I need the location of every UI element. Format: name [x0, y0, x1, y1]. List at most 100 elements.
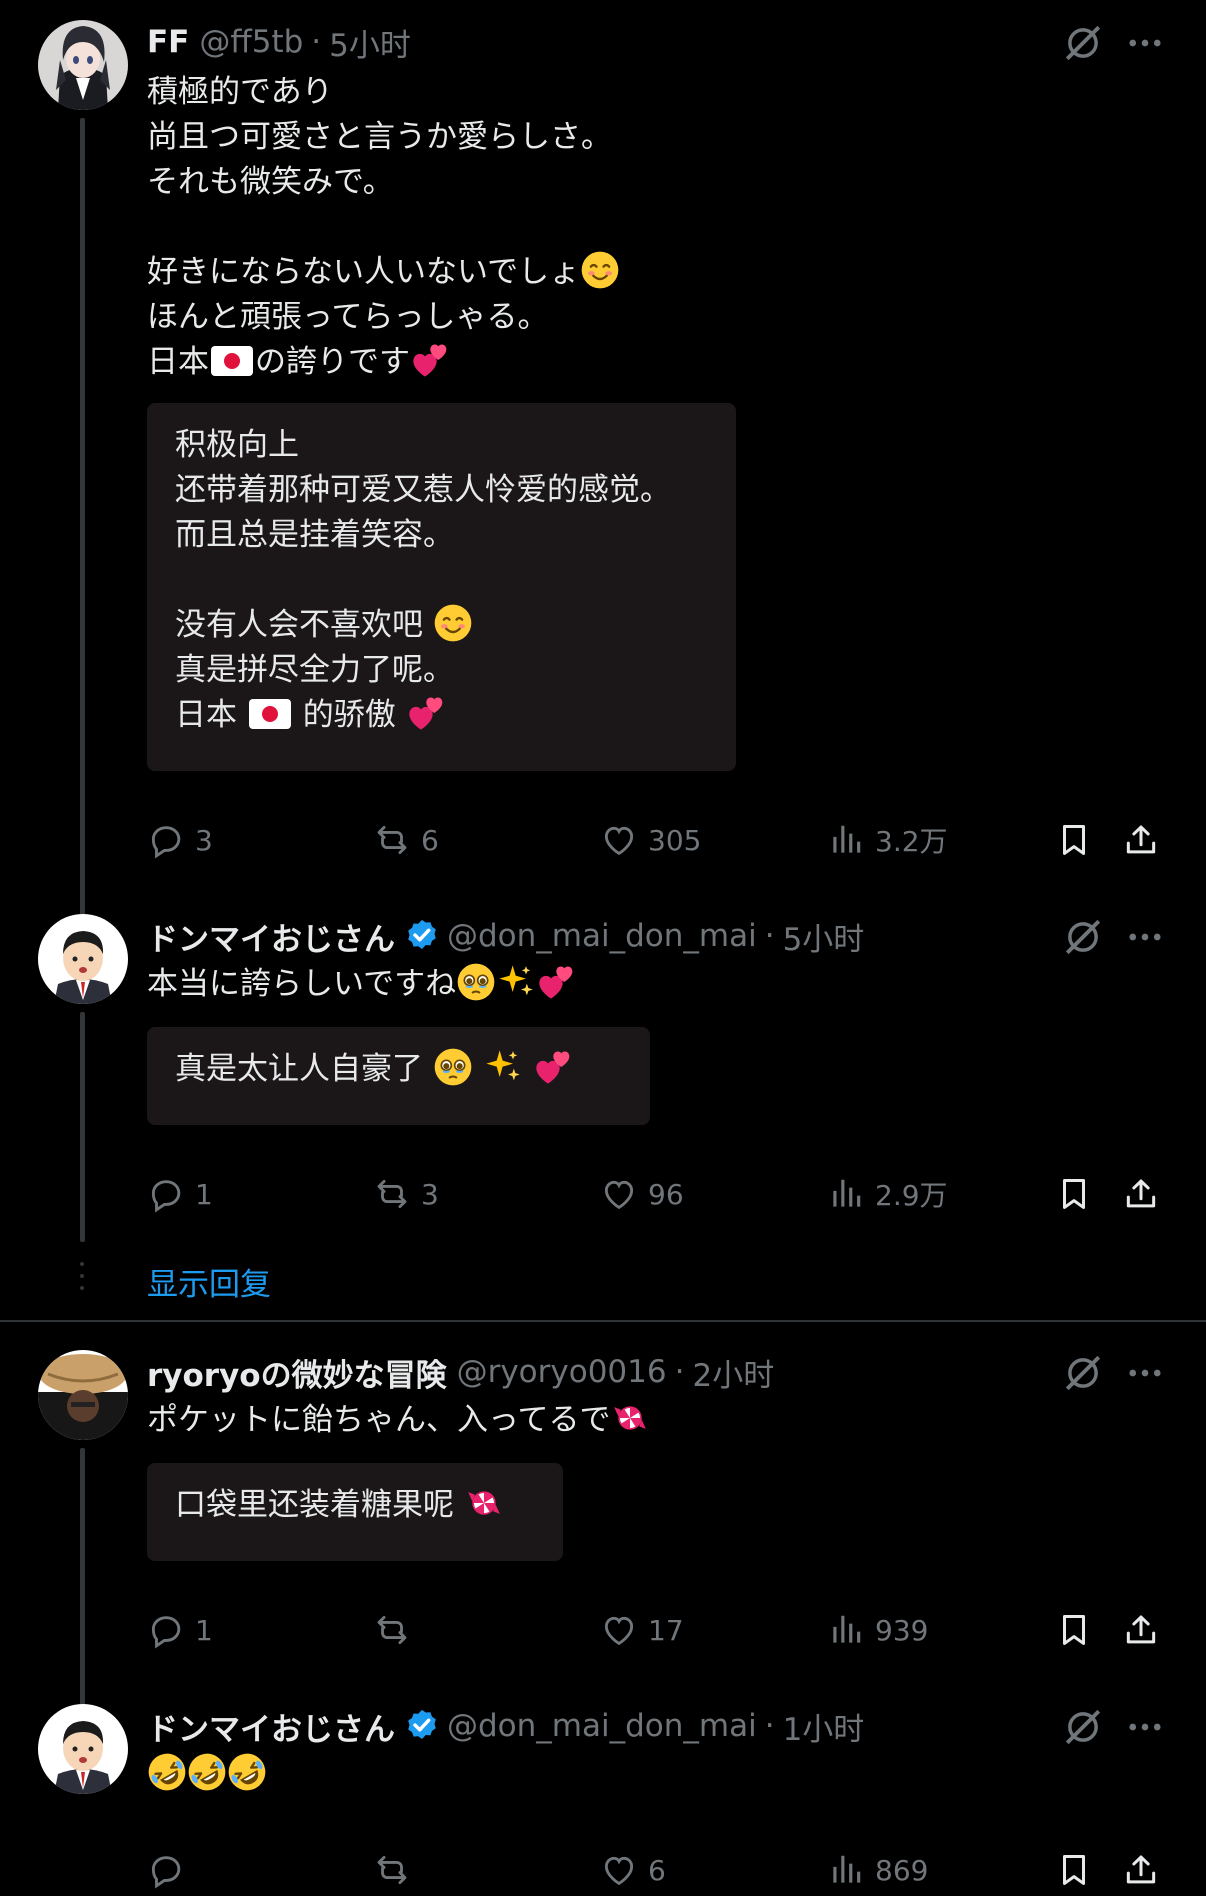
grok-icon[interactable] [1062, 1352, 1104, 1394]
reply-button[interactable]: 1 [147, 1172, 213, 1216]
like-count: 305 [648, 823, 702, 857]
more-icon[interactable] [1124, 916, 1166, 958]
translation-line: 日本 的骄傲 [175, 693, 708, 738]
sparkles-emoji [483, 1047, 523, 1087]
text-line: 尚且つ可愛さと言うか愛らしさ。 [147, 119, 612, 155]
avatar[interactable] [38, 1704, 128, 1794]
bookmark-button[interactable] [1055, 1172, 1103, 1216]
bookmark-icon [1055, 1851, 1093, 1889]
reply-button[interactable] [147, 1848, 195, 1892]
avatar[interactable] [38, 914, 128, 1004]
reply-button[interactable]: 1 [147, 1608, 213, 1652]
verified-badge-icon [403, 917, 441, 955]
handle[interactable]: @don_mai_don_mai [447, 1708, 757, 1744]
separator: · [674, 1354, 685, 1390]
repost-button[interactable]: 6 [373, 818, 439, 862]
two-hearts-emoji [406, 693, 446, 733]
share-button[interactable] [1122, 1848, 1170, 1892]
repost-icon [373, 1851, 411, 1889]
views-icon [827, 1175, 865, 1213]
thread-dots [80, 1262, 85, 1298]
two-hearts-emoji [536, 962, 576, 1002]
handle[interactable]: @don_mai_don_mai [447, 918, 757, 954]
rolling-laughing-emoji [227, 1752, 267, 1792]
tweet-header: ドンマイおじさん @don_mai_don_mai · 5小时 [147, 914, 864, 958]
like-button[interactable]: 17 [600, 1608, 684, 1652]
display-name[interactable]: ドンマイおじさん [147, 914, 395, 959]
text-line: ほんと頑張ってらっしゃる。 [147, 299, 549, 335]
handle[interactable]: @ryoryo0016 [457, 1354, 667, 1390]
text-line: 本当に誇らしいですね [147, 962, 576, 1007]
tweet-text: ポケットに飴ちゃん、入ってるで [147, 1398, 650, 1443]
like-icon [600, 1175, 638, 1213]
like-button[interactable]: 96 [600, 1172, 684, 1216]
repost-button[interactable]: 3 [373, 1172, 439, 1216]
timestamp[interactable]: 5小时 [783, 914, 865, 959]
tweet-text [147, 1752, 267, 1797]
translation-line: 而且总是挂着笑容。 [175, 517, 454, 553]
translation-line: 真是太让人自豪了 [175, 1047, 622, 1092]
teary-face-emoji [433, 1047, 473, 1087]
straw-hat-avatar [38, 1350, 128, 1440]
repost-button[interactable] [373, 1608, 421, 1652]
like-button[interactable]: 6 [600, 1848, 666, 1892]
text-line: ポケットに飴ちゃん、入ってるで [147, 1398, 650, 1443]
action-bar: 1 3 96 2.9万 [147, 1172, 1167, 1216]
tweet-header: ドンマイおじさん @don_mai_don_mai · 1小时 [147, 1704, 864, 1748]
reply-icon [147, 1851, 185, 1889]
show-replies-link[interactable]: 显示回复 [147, 1259, 271, 1304]
views-button[interactable]: 3.2万 [827, 818, 948, 862]
repost-button[interactable] [373, 1848, 421, 1892]
reply-icon [147, 821, 185, 859]
translation-line: 真是拼尽全力了呢。 [175, 652, 454, 688]
display-name[interactable]: FF [147, 24, 189, 60]
bookmark-button[interactable] [1055, 1848, 1103, 1892]
more-icon[interactable] [1124, 1352, 1166, 1394]
share-button[interactable] [1122, 1608, 1170, 1652]
bookmark-icon [1055, 1175, 1093, 1213]
bookmark-button[interactable] [1055, 1608, 1103, 1652]
timestamp[interactable]: 1小时 [783, 1704, 865, 1749]
share-icon [1122, 821, 1160, 859]
timestamp[interactable]: 5小时 [329, 20, 411, 65]
two-hearts-emoji [410, 340, 450, 380]
bookmark-button[interactable] [1055, 818, 1103, 862]
display-name[interactable]: ryoryoの微妙な冒険 [147, 1350, 447, 1395]
views-button[interactable]: 2.9万 [827, 1172, 948, 1216]
separator: · [764, 918, 775, 954]
text-line: 好きにならない人いないでしょ [147, 250, 620, 295]
display-name[interactable]: ドンマイおじさん [147, 1704, 395, 1749]
grok-icon[interactable] [1062, 22, 1104, 64]
view-count: 3.2万 [875, 825, 948, 858]
translation-box: 真是太让人自豪了 [147, 1027, 650, 1125]
like-button[interactable]: 305 [600, 818, 701, 862]
rolling-laughing-emoji [187, 1752, 227, 1792]
reply-thread: FF @ff5tb · 5小时 積極的であり 尚且つ可愛さと言うか愛らしさ。 そ… [0, 0, 1206, 1896]
share-button[interactable] [1122, 1172, 1170, 1216]
grok-icon[interactable] [1062, 916, 1104, 958]
avatar[interactable] [38, 20, 128, 110]
more-icon[interactable] [1124, 22, 1166, 64]
views-button[interactable]: 939 [827, 1608, 928, 1652]
reply-count: 1 [195, 1177, 213, 1211]
salaryman-avatar [38, 1704, 128, 1794]
sparkles-emoji [496, 962, 536, 1002]
text-line: 積極的であり [147, 74, 333, 110]
thread-line [80, 118, 85, 918]
views-button[interactable]: 869 [827, 1848, 928, 1892]
repost-icon [373, 821, 411, 859]
more-icon[interactable] [1124, 1706, 1166, 1748]
text-line [147, 1752, 267, 1797]
smiling-face-emoji [433, 603, 473, 643]
smiling-face-emoji [580, 250, 620, 290]
reply-icon [147, 1611, 185, 1649]
timestamp[interactable]: 2小时 [692, 1350, 774, 1395]
like-count: 17 [648, 1613, 684, 1647]
avatar[interactable] [38, 1350, 128, 1440]
share-icon [1122, 1851, 1160, 1889]
share-button[interactable] [1122, 818, 1170, 862]
reply-button[interactable]: 3 [147, 818, 213, 862]
handle[interactable]: @ff5tb [199, 24, 303, 60]
text-line: 日本 の誇りです [147, 340, 620, 385]
grok-icon[interactable] [1062, 1706, 1104, 1748]
